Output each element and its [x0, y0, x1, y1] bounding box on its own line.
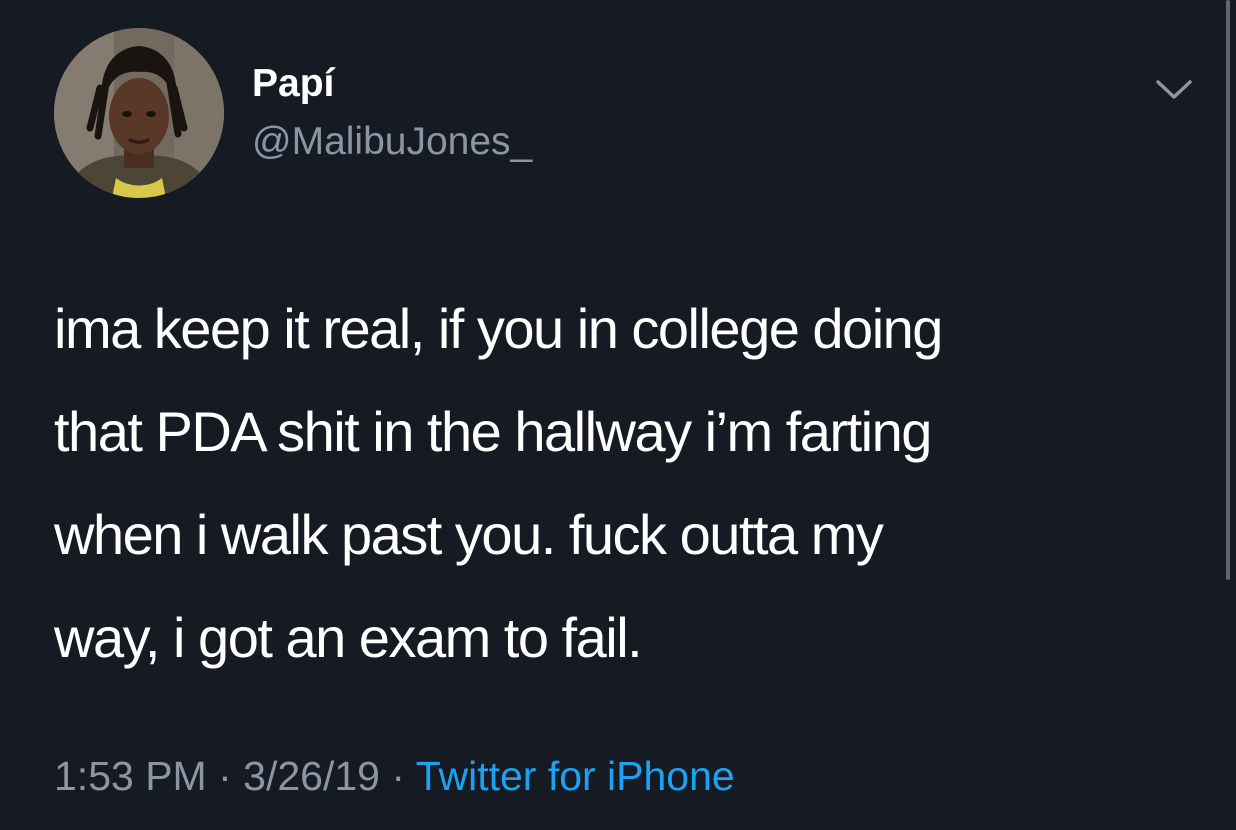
- tweet-card: Papí @MalibuJones_ ima keep it real, if …: [0, 0, 1236, 830]
- tweet-text-line: that PDA shit in the hallway i’m farting: [54, 400, 932, 463]
- tweet-text: ima keep it real, if you in college doin…: [54, 277, 1204, 689]
- tweet-text-line: way, i got an exam to fail.: [54, 606, 643, 669]
- tweet-date[interactable]: 3/26/19: [243, 753, 380, 799]
- meta-separator: ·: [391, 753, 406, 799]
- tweet-time[interactable]: 1:53 PM: [54, 753, 207, 799]
- meta-separator: ·: [218, 753, 232, 799]
- profile-photo: [54, 28, 224, 198]
- chevron-down-icon[interactable]: [1152, 72, 1196, 106]
- scrollbar[interactable]: [1226, 0, 1230, 580]
- tweet-text-line: ima keep it real, if you in college doin…: [54, 297, 943, 360]
- username-handle[interactable]: @MalibuJones_: [252, 118, 532, 166]
- tweet-metadata: 1:53 PM · 3/26/19 · Twitter for iPhone: [54, 750, 735, 802]
- tweet-source-link[interactable]: Twitter for iPhone: [416, 753, 735, 799]
- avatar[interactable]: [54, 28, 224, 198]
- display-name[interactable]: Papí: [252, 60, 334, 108]
- tweet-text-line: when i walk past you. fuck outta my: [54, 503, 884, 566]
